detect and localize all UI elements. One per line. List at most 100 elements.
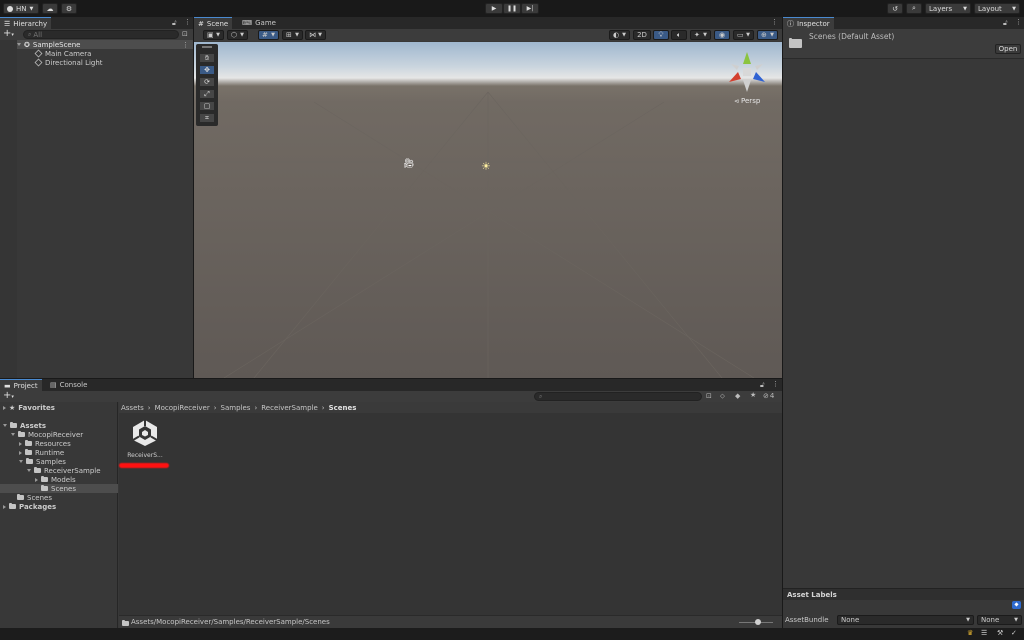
gizmo-z-axis[interactable] [753,72,765,82]
gizmos-dropdown[interactable]: ⊕ ▼ [757,30,778,40]
play-button[interactable]: ▶ [485,3,503,14]
rect-tool-button[interactable]: ▢ [199,101,215,111]
gizmo-y-axis[interactable] [743,52,751,64]
breadcrumb-item[interactable]: MocopiReceiver [155,404,210,412]
asset-bundle-dropdown[interactable]: None ▼ [837,615,974,625]
more-menu-icon[interactable]: ⋮ [184,18,191,26]
progress-icon[interactable]: ♛ [967,629,973,637]
scene-viewport[interactable]: ✋︎ ✥ ⟳ ⤢ ▢ ⌗ ⊲ Persp 🎥︎ ☀ [194,42,782,378]
expand-arrow-icon[interactable] [17,43,21,46]
asset-tile[interactable]: ReceiverS... [125,418,165,462]
expand-arrow-icon[interactable] [35,477,38,482]
render-mode-dropdown[interactable]: ◐ ▼ [609,30,630,40]
sun-icon[interactable]: ☀ [481,160,491,173]
add-button[interactable]: +▾ [3,29,14,40]
palette-handle[interactable] [202,46,212,48]
hierarchy-search-field[interactable]: ⌕ All [23,30,179,39]
hidden-packages-toggle[interactable]: ⊘ 4 [763,392,774,400]
favorites-row[interactable]: ★ Favorites [3,403,55,412]
cloud-button[interactable]: ☁ [42,3,58,14]
breadcrumb-item[interactable]: Assets [121,404,144,412]
lock-icon[interactable]: 🔓︎ [760,381,765,390]
rotate-tool-button[interactable]: ⟳ [199,77,215,87]
gizmo-neg-x-axis[interactable] [755,64,763,70]
account-dropdown[interactable]: HN ▼ [3,3,39,14]
create-button[interactable]: +▾ [3,391,14,402]
check-icon[interactable]: ✓ [1011,629,1017,637]
project-tree-item[interactable]: Samples [19,457,66,466]
more-menu-icon[interactable]: ⋮ [772,380,779,388]
assets-row[interactable]: Assets [3,421,46,430]
hierarchy-item-main-camera[interactable]: Main Camera [34,49,91,58]
breadcrumb-item[interactable]: Samples [221,404,251,412]
collab-button[interactable]: ⚙ [61,3,77,14]
camera-gizmo-icon[interactable]: 🎥︎ [403,159,414,169]
project-tree-item[interactable]: Scenes [0,484,118,493]
draw-mode-dropdown[interactable]: ▣ ▼ [203,30,224,40]
project-tree-item[interactable]: Scenes [11,493,52,502]
scene-row[interactable]: ✪ SampleScene ⋮ [17,40,193,49]
project-tree-item[interactable]: Runtime [19,448,64,457]
gizmo-center[interactable] [743,68,751,76]
asset-variant-dropdown[interactable]: None ▼ [977,615,1022,625]
gizmo-x-axis[interactable] [729,72,741,82]
gizmo-neg-y-axis[interactable] [743,80,751,92]
2d-toggle[interactable]: 2D [633,30,651,40]
layers-dropdown[interactable]: Layers ▼ [925,3,971,14]
search-by-type-icon[interactable]: ⊡ [706,392,712,400]
cache-server-icon[interactable]: ☰ [981,629,987,637]
lighting-toggle[interactable]: 💡︎ [653,30,669,40]
breadcrumb-item[interactable]: ReceiverSample [261,404,318,412]
grid-snap-dropdown[interactable]: # ▼ [258,30,279,40]
hierarchy-item-directional-light[interactable]: Directional Light [34,58,103,67]
pivot-dropdown[interactable]: ⋈ ▼ [305,30,326,40]
orientation-gizmo[interactable] [725,50,769,94]
expand-arrow-icon[interactable] [3,405,6,410]
lock-icon[interactable]: 🔓︎ [172,19,177,28]
project-tree-item[interactable]: ReceiverSample [27,466,101,475]
expand-arrow-icon[interactable] [3,504,6,509]
view-options-dropdown[interactable]: ⬡ ▼ [227,30,248,40]
project-tree-item[interactable]: Models [35,475,76,484]
icon-size-slider-thumb[interactable] [755,619,761,625]
breadcrumb-current[interactable]: Scenes [329,404,357,412]
debug-mode-icon[interactable]: ⚒ [997,629,1003,637]
layout-dropdown[interactable]: Layout ▼ [974,3,1020,14]
more-menu-icon[interactable]: ⋮ [771,18,778,26]
search-by-label-icon[interactable]: ⬦ [720,392,725,401]
favorite-star-icon[interactable]: ★ [750,391,756,399]
more-menu-icon[interactable]: ⋮ [182,41,189,49]
projection-toggle[interactable]: ⊲ Persp [734,97,760,105]
search-options-icon[interactable]: ⊡ [182,30,188,38]
pause-button[interactable]: ❚❚ [503,3,521,14]
more-menu-icon[interactable]: ⋮ [1015,18,1022,26]
expand-arrow-icon[interactable] [19,460,23,463]
hidden-objects-toggle[interactable]: ◉ [714,30,730,40]
expand-arrow-icon[interactable] [19,441,22,446]
project-tree-item[interactable]: MocopiReceiver [11,430,83,439]
effects-dropdown[interactable]: ✦ ▼ [690,30,711,40]
open-button[interactable]: Open [995,44,1021,54]
audio-toggle[interactable]: 🔈︎ [671,30,687,40]
expand-arrow-icon[interactable] [27,469,31,472]
asset-labels-header[interactable]: Asset Labels [783,588,1024,600]
scale-tool-button[interactable]: ⤢ [199,89,215,99]
expand-arrow-icon[interactable] [19,450,22,455]
gizmo-neg-z-axis[interactable] [731,64,739,70]
project-search-field[interactable]: ⌕ [534,392,702,401]
tab-console[interactable]: ▤ Console [46,379,91,391]
project-tree-item[interactable]: Resources [19,439,71,448]
lock-icon[interactable]: 🔓︎ [1003,19,1008,28]
step-button[interactable]: ▶| [521,3,539,14]
expand-arrow-icon[interactable] [11,433,15,436]
move-tool-button[interactable]: ✥ [199,65,215,75]
increment-snap-dropdown[interactable]: ⊞ ▼ [282,30,303,40]
packages-row[interactable]: Packages [3,502,56,511]
expand-arrow-icon[interactable] [3,424,7,427]
hand-tool-button[interactable]: ✋︎ [199,53,215,63]
tab-game[interactable]: ⌨ Game [238,17,280,29]
label-tag-icon[interactable]: ⬥ [1012,601,1021,609]
transform-tool-button[interactable]: ⌗ [199,113,215,123]
camera-dropdown[interactable]: ▭ ▼ [733,30,754,40]
undo-history-button[interactable]: ↺ [887,3,903,14]
